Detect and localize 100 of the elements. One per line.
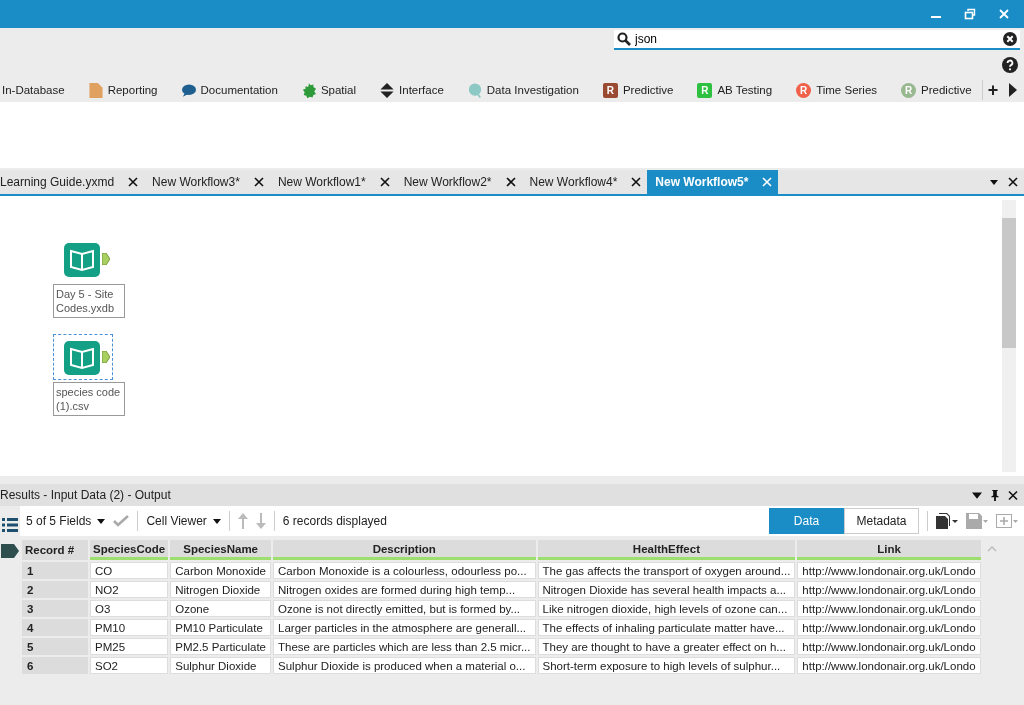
workflow-tab[interactable]: New Workflow1* bbox=[269, 170, 396, 194]
tool-category-tab[interactable]: R Predictive bbox=[901, 82, 972, 98]
help-icon[interactable] bbox=[1002, 57, 1018, 73]
r-icon: R bbox=[901, 82, 917, 98]
row-number: 6 bbox=[22, 657, 88, 674]
table-cell: They are thought to have a greater effect on h... bbox=[537, 638, 796, 655]
caret-icon bbox=[212, 518, 221, 524]
r-icon: R bbox=[796, 82, 812, 98]
table-cell: Like nitrogen dioxide, high levels of ozone can... bbox=[537, 600, 796, 617]
table-cell: http://www.londonair.org.uk/Londo bbox=[797, 638, 981, 655]
tool-category-tab[interactable]: R Time Series bbox=[796, 82, 878, 98]
node-label: Day 5 - Site Codes.yxdb bbox=[53, 284, 125, 318]
table-cell: http://www.londonair.org.uk/Londo bbox=[797, 657, 981, 674]
checkmark-icon[interactable] bbox=[113, 515, 130, 527]
tool-category-tab[interactable]: Spatial bbox=[301, 82, 357, 98]
output-anchor-icon[interactable] bbox=[102, 351, 110, 363]
table-cell: PM10 Particulate bbox=[170, 619, 271, 636]
tool-category-tab[interactable]: R AB Testing bbox=[697, 82, 773, 98]
add-button[interactable]: + bbox=[982, 80, 1003, 100]
close-icon[interactable] bbox=[379, 177, 390, 187]
close-icon[interactable] bbox=[253, 177, 264, 187]
table-cell: The gas affects the transport of oxygen around... bbox=[537, 562, 796, 579]
clear-icon[interactable] bbox=[1003, 32, 1017, 46]
table-cell: http://www.londonair.org.uk/Londo bbox=[797, 619, 981, 636]
viewer-dropdown[interactable]: Cell Viewer bbox=[146, 514, 221, 528]
table-cell: SO2 bbox=[90, 657, 169, 674]
workflow-tab[interactable]: New Workflow5* bbox=[647, 170, 779, 194]
r-icon: R bbox=[602, 82, 618, 98]
record-count: 6 records displayed bbox=[282, 514, 388, 528]
search-field[interactable]: json bbox=[614, 30, 1020, 50]
close-icon[interactable] bbox=[631, 177, 642, 187]
column-header[interactable]: SpeciesName bbox=[170, 540, 271, 560]
scrollbar[interactable] bbox=[1002, 200, 1016, 472]
r-icon: R bbox=[697, 82, 713, 98]
dropdown-icon[interactable] bbox=[990, 179, 998, 185]
view-toggle-button[interactable]: Data bbox=[769, 508, 844, 534]
workflow-tab[interactable]: New Workflow3* bbox=[144, 170, 270, 194]
close-icon[interactable] bbox=[505, 177, 516, 187]
row-number: 2 bbox=[22, 581, 88, 598]
table-cell: Nitrogen Dioxide has several health impacts a... bbox=[537, 581, 796, 598]
pin-icon[interactable] bbox=[990, 489, 1000, 501]
workflow-tab[interactable]: New Workflow4* bbox=[521, 170, 648, 194]
restore-icon[interactable] bbox=[964, 8, 976, 20]
column-header[interactable]: Record # bbox=[22, 540, 88, 560]
workflow-tab[interactable]: New Workflow2* bbox=[395, 170, 522, 194]
view-toggle-button[interactable]: Metadata bbox=[844, 508, 919, 534]
table-cell: http://www.londonair.org.uk/Londo bbox=[797, 600, 981, 617]
table-cell: Sulphur Dioxide bbox=[170, 657, 271, 674]
row-number: 1 bbox=[22, 562, 88, 579]
table-cell: Nitrogen oxides are formed during high temp... bbox=[273, 581, 536, 598]
row-number: 5 bbox=[22, 638, 88, 655]
table-cell: Carbon Monoxide bbox=[170, 562, 271, 579]
fields-dropdown[interactable]: 5 of 5 Fields bbox=[26, 514, 106, 528]
caret-icon bbox=[97, 518, 106, 524]
workflow-tab[interactable]: Learning Guide.yxmd bbox=[0, 170, 145, 194]
scroll-right-icon[interactable] bbox=[1009, 83, 1017, 97]
search-icon bbox=[617, 32, 631, 46]
column-header[interactable]: Link bbox=[797, 540, 981, 560]
input-tool-node[interactable] bbox=[53, 334, 113, 380]
row-number: 4 bbox=[22, 619, 88, 636]
table-cell: CO bbox=[90, 562, 169, 579]
tool-category-tab[interactable]: Reporting bbox=[88, 82, 158, 98]
copy-icon[interactable] bbox=[936, 513, 958, 529]
tag-icon[interactable] bbox=[1, 544, 19, 558]
table-cell: PM25 bbox=[90, 638, 169, 655]
row-number: 3 bbox=[22, 600, 88, 617]
tool-category-tab[interactable]: In-Database bbox=[2, 84, 65, 96]
table-cell: Carbon Monoxide is a colourless, odourless po... bbox=[273, 562, 536, 579]
table-cell: PM10 bbox=[90, 619, 169, 636]
table-cell: Ozone bbox=[170, 600, 271, 617]
table-cell: Sulphur Dioxide is produced when a material o... bbox=[273, 657, 536, 674]
table-cell: Nitrogen Dioxide bbox=[170, 581, 271, 598]
table-cell: Short-term exposure to high levels of sulphur... bbox=[537, 657, 796, 674]
close-icon[interactable] bbox=[128, 177, 139, 187]
column-header[interactable]: HealthEffect bbox=[537, 540, 796, 560]
table-cell: http://www.londonair.org.uk/Londo bbox=[797, 581, 981, 598]
list-icon[interactable] bbox=[2, 518, 18, 532]
table-cell: PM2.5 Particulate bbox=[170, 638, 271, 655]
search-input[interactable]: json bbox=[635, 32, 999, 46]
close-icon[interactable] bbox=[1008, 177, 1018, 187]
close-icon[interactable] bbox=[1008, 489, 1018, 501]
results-title: Results - Input Data (2) - Output bbox=[0, 488, 172, 502]
book-icon bbox=[64, 241, 100, 277]
table-cell: The effects of inhaling particulate matter have... bbox=[537, 619, 796, 636]
output-anchor-icon[interactable] bbox=[102, 253, 110, 265]
column-header[interactable]: Description bbox=[273, 540, 536, 560]
table-cell: http://www.londonair.org.uk/Londo bbox=[797, 562, 981, 579]
book-icon bbox=[64, 339, 100, 375]
tool-category-tab[interactable]: R Predictive bbox=[602, 82, 674, 98]
column-header[interactable]: SpeciesCode bbox=[90, 540, 169, 560]
tool-category-tab[interactable]: Data Investigation bbox=[467, 82, 579, 98]
table-cell: Ozone is not directly emitted, but is formed by... bbox=[273, 600, 536, 617]
node-label: species code (1).csv bbox=[53, 382, 125, 416]
table-cell: NO2 bbox=[90, 581, 169, 598]
dropdown-icon[interactable] bbox=[972, 489, 982, 501]
tool-category-tab[interactable]: Interface bbox=[380, 82, 444, 98]
table-cell: These are particles which are less than 2.5 micr... bbox=[273, 638, 536, 655]
table-cell: Larger particles in the atmosphere are generall... bbox=[273, 619, 536, 636]
tool-category-tab[interactable]: Documentation bbox=[181, 82, 278, 98]
table-cell: O3 bbox=[90, 600, 169, 617]
